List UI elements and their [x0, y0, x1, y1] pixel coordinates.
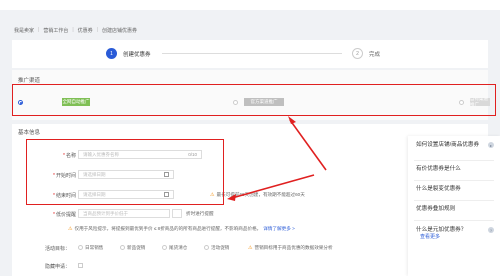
arrow-shaft — [231, 174, 315, 199]
arrow-head — [227, 194, 236, 201]
annotation-arrow — [227, 116, 327, 201]
arrow-shaft — [289, 119, 327, 171]
arrow-head — [288, 116, 296, 124]
